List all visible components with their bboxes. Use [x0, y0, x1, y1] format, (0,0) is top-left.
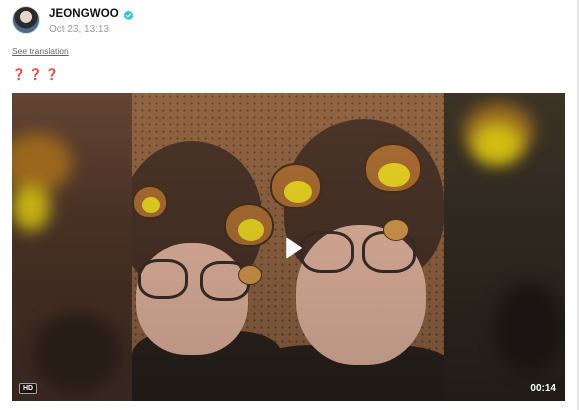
author-name-row: JEONGWOO — [49, 6, 134, 22]
post-header: JEONGWOO Oct 23, 13:13 — [12, 5, 134, 35]
post-text: ❓❓❓ — [12, 69, 63, 81]
video-blur-left — [12, 93, 132, 401]
video-duration: 00:14 — [530, 383, 556, 394]
author-avatar[interactable] — [12, 6, 40, 34]
play-icon — [286, 237, 302, 259]
author-block: JEONGWOO Oct 23, 13:13 — [49, 6, 134, 35]
author-name[interactable]: JEONGWOO — [49, 8, 119, 20]
post-timestamp: Oct 23, 13:13 — [49, 23, 110, 35]
play-button[interactable] — [283, 236, 305, 260]
see-translation-link[interactable]: See translation — [12, 46, 69, 56]
hd-badge[interactable]: HD — [19, 383, 38, 394]
verified-badge-icon — [123, 8, 134, 21]
post-card: JEONGWOO Oct 23, 13:13 See translation ❓… — [0, 0, 579, 410]
video-blur-right — [444, 93, 565, 401]
video-player[interactable]: HD 00:14 — [12, 93, 565, 401]
